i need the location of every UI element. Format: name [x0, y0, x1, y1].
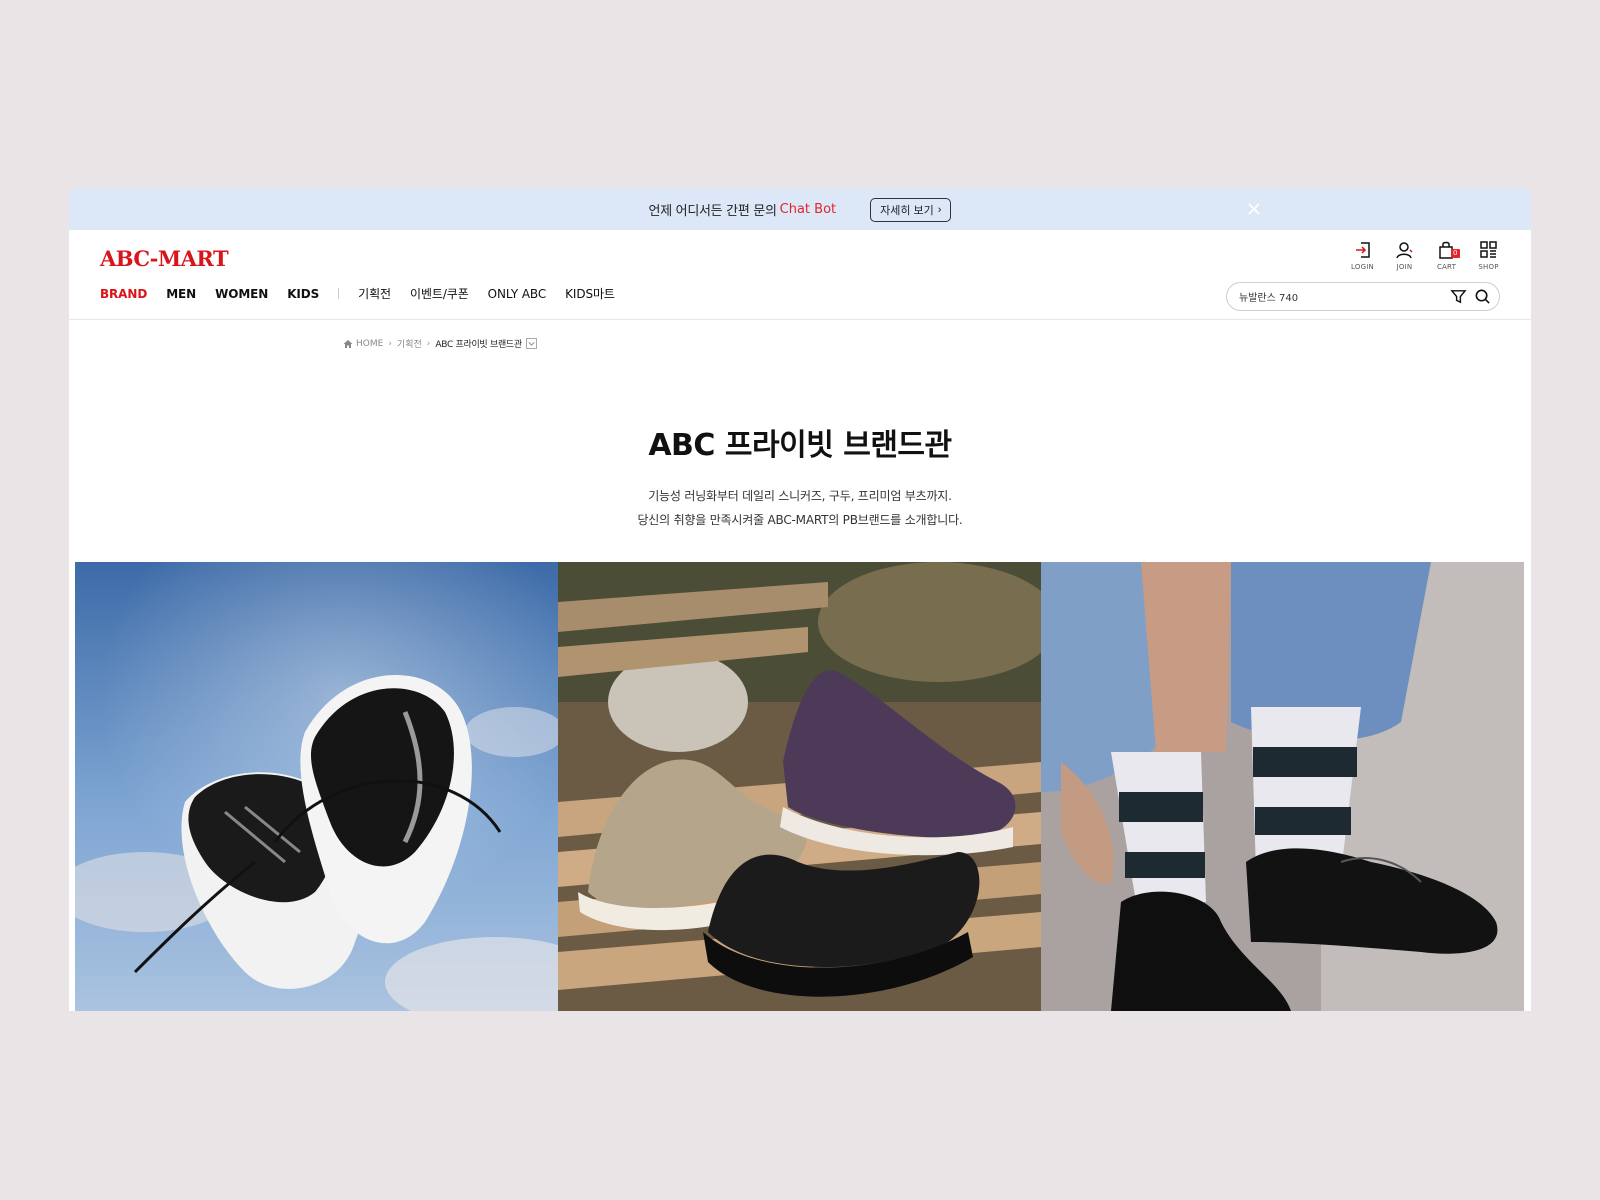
shop-label: SHOP — [1478, 263, 1499, 271]
filter-icon[interactable] — [1450, 288, 1467, 305]
nav-events-coupons[interactable]: 이벤트/쿠폰 — [410, 285, 469, 302]
close-icon[interactable] — [1245, 200, 1263, 218]
nav-women[interactable]: WOMEN — [215, 287, 268, 301]
description-line-2: 당신의 취향을 만족시켜줄 ABC-MART의 PB브랜드를 소개합니다. — [637, 513, 963, 527]
join-icon — [1395, 242, 1413, 259]
banner-more-label: 자세히 보기 — [880, 204, 934, 217]
nav-men[interactable]: MEN — [166, 287, 196, 301]
join-button[interactable]: JOIN — [1392, 240, 1417, 271]
home-icon — [343, 339, 353, 348]
running-shoes-image — [75, 562, 558, 1011]
brand-tile-dress-shoes[interactable] — [1041, 562, 1524, 1011]
brand-gallery — [75, 562, 1525, 1011]
brand-tile-sneakers[interactable] — [558, 562, 1041, 1011]
nav-only-abc[interactable]: ONLY ABC — [488, 287, 547, 301]
join-label: JOIN — [1396, 263, 1413, 271]
breadcrumb: HOME › 기획전 › ABC 프라이빗 브랜드관 — [343, 337, 537, 350]
breadcrumb-dropdown[interactable] — [525, 338, 537, 349]
dress-shoes-socks-image — [1041, 562, 1524, 1011]
brand-tile-running[interactable] — [75, 562, 558, 1011]
chevron-right-icon: › — [388, 338, 392, 349]
shop-icon — [1479, 241, 1497, 258]
search-input[interactable] — [1239, 291, 1443, 302]
breadcrumb-current: ABC 프라이빗 브랜드관 — [435, 340, 522, 350]
banner-text: 언제 어디서든 간편 문의 — [648, 204, 777, 219]
search-icon[interactable] — [1474, 288, 1491, 305]
chevron-right-icon: › — [426, 338, 431, 349]
utility-menu: LOGIN JOIN 0 CART SHOP — [1350, 240, 1501, 271]
banner-more-button[interactable]: 자세히 보기 › — [870, 197, 952, 222]
chevron-right-icon: › — [937, 203, 942, 216]
breadcrumb-home[interactable]: HOME — [356, 339, 383, 349]
nav-kids-mart[interactable]: KIDS마트 — [565, 285, 615, 302]
login-label: LOGIN — [1351, 263, 1374, 271]
nav-brand[interactable]: BRAND — [100, 287, 147, 301]
banner-chatbot-link[interactable]: Chat Bot — [780, 202, 836, 217]
nav-divider — [338, 288, 340, 299]
shop-button[interactable]: SHOP — [1476, 240, 1501, 271]
cart-label: CART — [1436, 263, 1457, 271]
chatbot-banner: 언제 어디서든 간편 문의 Chat Bot 자세히 보기 › — [69, 189, 1531, 230]
main-nav: BRAND MEN WOMEN KIDS 기획전 이벤트/쿠폰 ONLY ABC… — [100, 285, 634, 302]
breadcrumb-exhibition[interactable]: 기획전 — [397, 337, 422, 350]
cart-button[interactable]: 0 CART — [1434, 240, 1460, 271]
slip-on-sneakers-image — [558, 562, 1041, 1011]
abc-mart-logo[interactable]: ABC-MART — [100, 246, 229, 271]
description-line-1: 기능성 러닝화부터 데일리 스니커즈, 구두, 프리미엄 부츠까지. — [648, 489, 952, 503]
search-box — [1226, 282, 1500, 311]
nav-kids[interactable]: KIDS — [287, 287, 319, 301]
header-divider — [69, 319, 1531, 320]
nav-exhibition[interactable]: 기획전 — [358, 285, 391, 302]
page-description: 기능성 러닝화부터 데일리 스니커즈, 구두, 프리미엄 부츠까지. 당신의 취… — [69, 484, 1531, 532]
login-icon — [1355, 242, 1370, 258]
page-frame: 언제 어디서든 간편 문의 Chat Bot 자세히 보기 › ABC-MART… — [69, 189, 1531, 1011]
cart-count-badge: 0 — [1451, 249, 1460, 258]
page-title: ABC 프라이빗 브랜드관 — [648, 428, 952, 463]
chevron-down-icon — [528, 342, 535, 346]
login-button[interactable]: LOGIN — [1350, 240, 1375, 271]
